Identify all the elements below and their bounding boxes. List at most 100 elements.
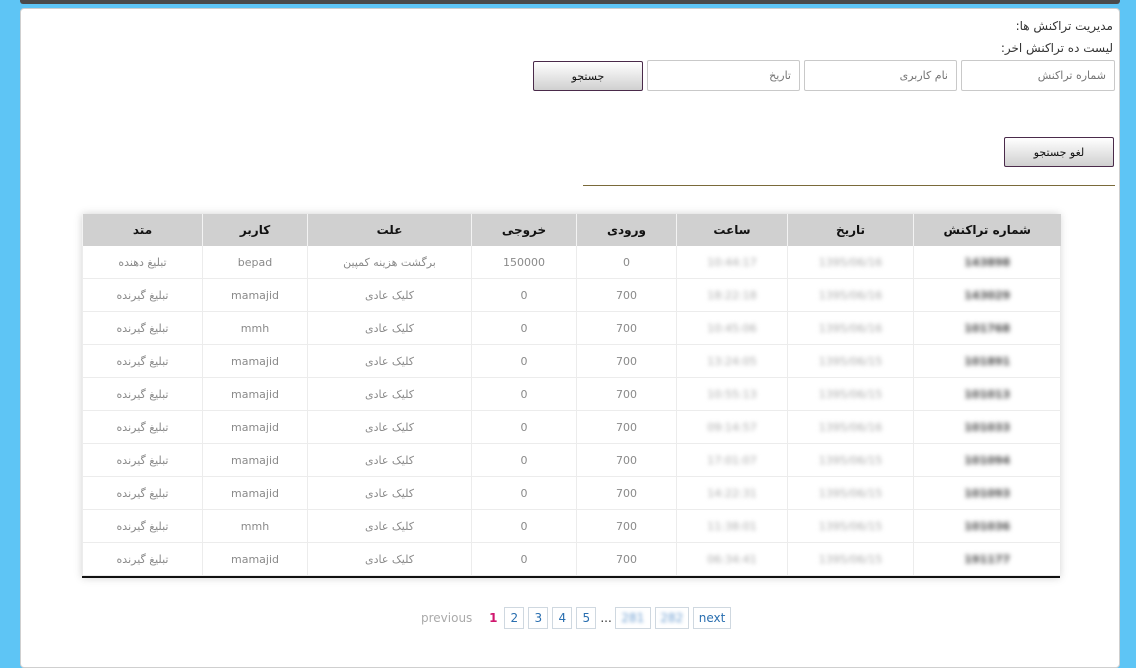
table-cell-reason: کلیک عادی [307,278,472,312]
page-link[interactable]: 3 [528,607,549,629]
page-link[interactable]: 282 [654,607,689,629]
column-header[interactable]: ورودی [576,214,677,246]
table-cell-out: 150000 [471,246,577,279]
table-cell-in: 700 [576,311,677,345]
column-header[interactable]: ساعت [676,214,788,246]
column-header[interactable]: علت [307,214,472,246]
table-cell-method: تبلیغ گیرنده [82,410,203,444]
table-cell-time: 10:55:13 [676,377,788,411]
table-cell-date: 1395/06/15 [787,344,914,378]
table-cell-method: تبلیغ گیرنده [82,509,203,543]
table-cell-user: mmh [202,509,308,543]
date-input[interactable] [647,60,800,91]
transaction-number-input[interactable] [961,60,1115,91]
table-row: 101013 1395/06/15 10:55:13 700 0 کلیک عادی mam… [82,377,1061,411]
table-cell-method: تبلیغ گیرنده [82,344,203,378]
table-cell-user: mamajid [202,344,308,378]
table-cell-out: 0 [471,509,577,543]
next-link[interactable]: next [692,607,732,629]
table-cell-out: 0 [471,278,577,312]
table-cell-user: mamajid [202,443,308,477]
page-link[interactable]: 5 [576,607,597,629]
table-row: 191177 1395/06/15 06:34:41 700 0 کلیک عادی mam… [82,542,1061,576]
table-cell-out: 0 [471,476,577,510]
table-row: 101033 1395/06/16 09:14:57 700 0 کلیک عادی mam… [82,410,1061,444]
table-cell-time: 14:22:31 [676,476,788,510]
table-cell-in: 700 [576,278,677,312]
table-cell-time: 17:01:07 [676,443,788,477]
table-cell-in: 0 [576,246,677,279]
table-cell-in: 700 [576,344,677,378]
table-cell-time: 13:24:05 [676,344,788,378]
table-cell-txn: 101013 [913,377,1061,411]
column-header[interactable]: تاریخ [787,214,914,246]
table-row: 101093 1395/06/15 14:22:31 700 0 کلیک عادی mam… [82,476,1061,510]
table-header-row: شماره تراکنش تاریخ ساعت ورودی خروجی علت … [82,214,1061,246]
table-cell-user: bepad [202,246,308,279]
table-cell-date: 1395/06/16 [787,311,914,345]
table-row: 101036 1395/06/15 11:38:01 700 0 کلیک عادی mmh… [82,509,1061,543]
table-cell-out: 0 [471,443,577,477]
search-button[interactable]: جستجو [533,61,643,91]
table-cell-in: 700 [576,509,677,543]
page-title: مدیریت تراکنش ها: [1015,19,1113,33]
table-cell-reason: کلیک عادی [307,311,472,345]
table-cell-txn: 143898 [913,246,1061,279]
table-cell-in: 700 [576,542,677,576]
table-cell-reason: کلیک عادی [307,476,472,510]
table-cell-txn: 101094 [913,443,1061,477]
table-cell-date: 1395/06/16 [787,246,914,279]
divider-line [583,185,1115,186]
table-cell-in: 700 [576,377,677,411]
page-link[interactable]: 281 [614,607,651,629]
table-cell-out: 0 [471,377,577,411]
table-cell-time: 06:34:41 [676,542,788,576]
table-cell-reason: کلیک عادی [307,542,472,576]
table-cell-reason: برگشت هزینه کمپین [307,246,472,279]
table-cell-date: 1395/06/16 [787,410,914,444]
table-cell-txn: 143029 [913,278,1061,312]
table-cell-txn: 101036 [913,509,1061,543]
username-input[interactable] [804,60,957,91]
top-bar [20,0,1120,4]
table-row: 143898 1395/06/16 10:44:17 0 150000 برگشت هزی… [82,246,1061,279]
column-header[interactable]: خروجی [471,214,577,246]
table-cell-method: تبلیغ گیرنده [82,377,203,411]
page-link[interactable]: 4 [552,607,573,629]
table-cell-txn: 101768 [913,311,1061,345]
table-cell-out: 0 [471,311,577,345]
column-header[interactable]: متد [82,214,203,246]
transactions-table: شماره تراکنش تاریخ ساعت ورودی خروجی علت … [82,214,1061,578]
table-cell-in: 700 [576,410,677,444]
table-cell-date: 1395/06/15 [787,542,914,576]
transactions-panel: مدیریت تراکنش ها: لیست ده تراکنش اخر: جس… [20,8,1120,668]
table-row: 101891 1395/06/15 13:24:05 700 0 کلیک عادی mam… [82,344,1061,378]
table-cell-txn: 191177 [913,542,1061,576]
table-cell-reason: کلیک عادی [307,509,472,543]
column-header[interactable]: شماره تراکنش [913,214,1061,246]
table-cell-method: تبلیغ گیرنده [82,278,203,312]
previous-link[interactable]: previous [421,611,472,625]
table-cell-out: 0 [471,542,577,576]
table-cell-reason: کلیک عادی [307,443,472,477]
table-cell-user: mamajid [202,542,308,576]
pagination: previous 1 2 3 4 5 ... 281 282 next [421,607,735,629]
table-cell-user: mmh [202,311,308,345]
table-cell-date: 1395/06/15 [787,377,914,411]
table-cell-time: 11:38:01 [676,509,788,543]
column-header[interactable]: کاربر [202,214,308,246]
table-cell-method: تبلیغ دهنده [82,246,203,279]
current-page: 1 [489,611,498,625]
table-cell-reason: کلیک عادی [307,410,472,444]
table-cell-in: 700 [576,443,677,477]
table-cell-method: تبلیغ گیرنده [82,542,203,576]
table-cell-method: تبلیغ گیرنده [82,443,203,477]
table-cell-date: 1395/06/15 [787,443,914,477]
table-cell-time: 10:45:06 [676,311,788,345]
table-row: 101768 1395/06/16 10:45:06 700 0 کلیک عادی mmh… [82,311,1061,345]
table-cell-method: تبلیغ گیرنده [82,476,203,510]
table-cell-txn: 101093 [913,476,1061,510]
page-link[interactable]: 2 [504,607,525,629]
table-cell-reason: کلیک عادی [307,377,472,411]
cancel-search-button[interactable]: لغو جستجو [1004,137,1114,167]
